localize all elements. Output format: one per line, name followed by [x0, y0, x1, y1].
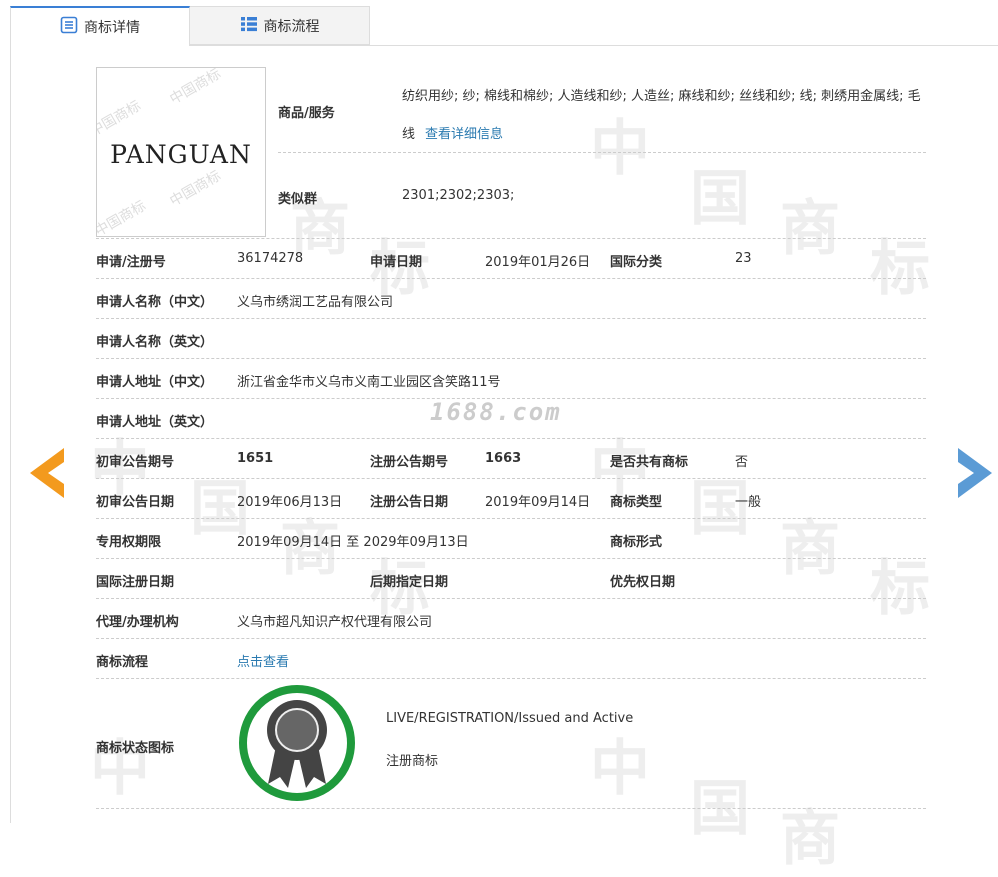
registered-badge-icon	[238, 684, 356, 802]
later-date-label: 后期指定日期	[370, 575, 449, 590]
next-arrow-icon[interactable]	[958, 448, 992, 502]
divider	[96, 808, 926, 809]
divider	[96, 518, 926, 519]
tm-type-value: 一般	[735, 495, 762, 510]
tm-type-label: 商标类型	[610, 495, 663, 510]
agent-label: 代理/办理机构	[96, 615, 179, 630]
tab-trademark-detail[interactable]: 商标详情	[10, 6, 190, 46]
reg-no-label: 申请/注册号	[96, 255, 166, 270]
tab-trademark-process[interactable]: 商标流程	[190, 6, 370, 45]
prelim-issue-value: 1651	[237, 451, 274, 466]
logo-text: PANGUAN	[110, 140, 252, 169]
reg-date-value: 2019年09月14日	[485, 495, 591, 510]
divider	[96, 638, 926, 639]
goods-label: 商品/服务	[278, 106, 335, 121]
intl-reg-date-label: 国际注册日期	[96, 575, 175, 590]
view-process-link[interactable]: 点击查看	[237, 651, 289, 670]
address-en-label: 申请人地址（英文）	[96, 415, 214, 430]
prev-arrow-icon[interactable]	[30, 448, 64, 502]
divider	[278, 152, 926, 153]
reg-issue-value: 1663	[485, 451, 522, 466]
logo-watermark: 中国商标	[167, 167, 224, 210]
divider	[96, 598, 926, 599]
exclusive-period-value: 2019年09月14日 至 2029年09月13日	[237, 535, 469, 550]
tm-form-label: 商标形式	[610, 535, 663, 550]
status-line2: 注册商标	[386, 754, 439, 769]
logo-watermark: 中国商标	[96, 197, 149, 237]
divider	[96, 318, 926, 319]
prelim-issue-label: 初审公告期号	[96, 455, 175, 470]
prelim-date-value: 2019年06月13日	[237, 495, 343, 510]
divider	[96, 558, 926, 559]
divider	[96, 478, 926, 479]
logo-watermark: 中国商标	[96, 97, 144, 140]
tab-label: 商标详情	[84, 20, 140, 36]
app-date-value: 2019年01月26日	[485, 255, 591, 270]
status-line1: LIVE/REGISTRATION/Issued and Active	[386, 711, 634, 726]
priority-date-label: 优先权日期	[610, 575, 676, 590]
divider	[96, 358, 926, 359]
divider	[96, 238, 926, 239]
process-label: 商标流程	[96, 655, 149, 670]
list-icon	[240, 16, 258, 36]
intl-class-value: 23	[735, 251, 752, 266]
applicant-cn-label: 申请人名称（中文）	[96, 295, 214, 310]
tab-bar: 商标详情 商标流程	[10, 6, 998, 46]
view-details-link[interactable]: 查看详细信息	[425, 127, 503, 142]
similar-group-value: 2301;2302;2303;	[402, 188, 515, 203]
address-cn-value: 浙江省金华市义乌市义南工业园区含笑路11号	[237, 375, 501, 390]
intl-class-label: 国际分类	[610, 255, 663, 270]
logo-watermark: 中国商标	[167, 67, 224, 108]
divider	[96, 678, 926, 679]
shared-label: 是否共有商标	[610, 455, 689, 470]
tab-label: 商标流程	[263, 18, 320, 35]
reg-no-value: 36174278	[237, 251, 304, 266]
applicant-en-label: 申请人名称（英文）	[96, 335, 214, 350]
applicant-cn-value: 义乌市绣润工艺品有限公司	[237, 295, 394, 310]
divider	[96, 278, 926, 279]
goods-value-block: 纺织用纱; 纱; 棉线和棉纱; 人造线和纱; 人造丝; 麻线和纱; 丝线和纱; …	[402, 78, 922, 154]
agent-value: 义乌市超凡知识产权代理有限公司	[237, 615, 433, 630]
exclusive-period-label: 专用权期限	[96, 535, 162, 550]
site-watermark: 1688.com	[430, 398, 562, 426]
document-icon	[60, 16, 78, 38]
shared-value: 否	[735, 455, 749, 470]
divider	[96, 438, 926, 439]
status-icon-label: 商标状态图标	[96, 741, 175, 756]
similar-group-label: 类似群	[278, 192, 318, 207]
trademark-logo-image: 中国商标 中国商标 中国商标 中国商标 PANGUAN	[96, 67, 266, 237]
reg-issue-label: 注册公告期号	[370, 455, 449, 470]
reg-date-label: 注册公告日期	[370, 495, 449, 510]
app-date-label: 申请日期	[370, 255, 423, 270]
prelim-date-label: 初审公告日期	[96, 495, 175, 510]
address-cn-label: 申请人地址（中文）	[96, 375, 214, 390]
